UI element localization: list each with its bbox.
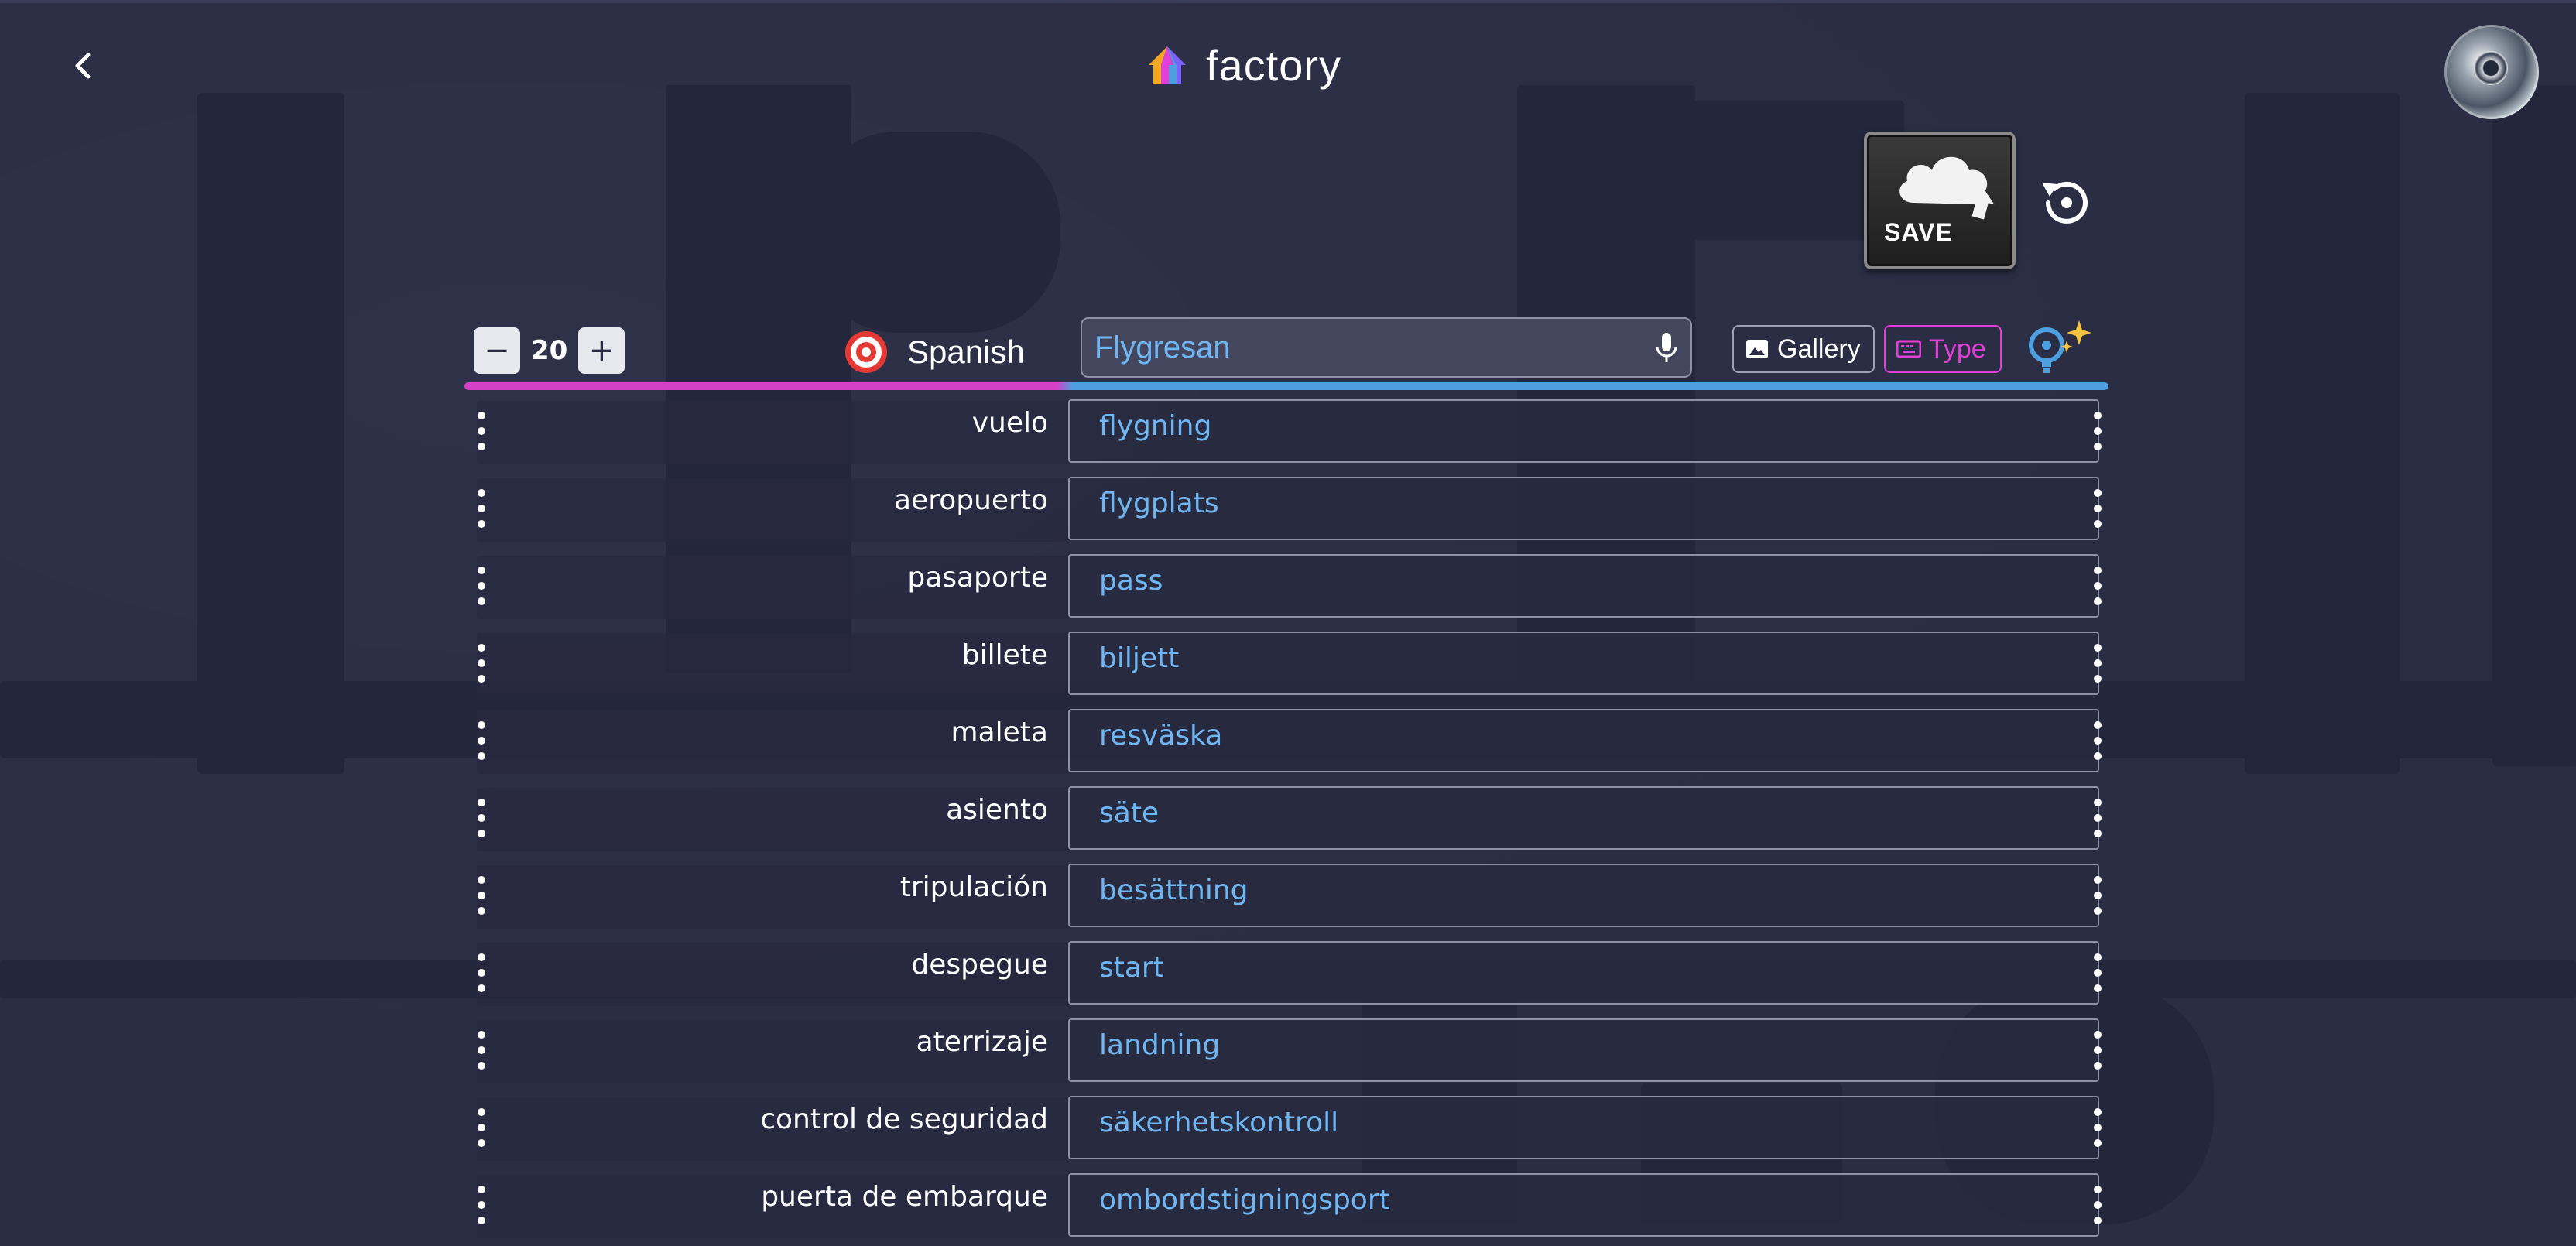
source-word: maleta — [951, 717, 1048, 748]
language-selector[interactable]: Spanish — [844, 325, 1025, 379]
source-word: puerta de embarque — [761, 1181, 1048, 1213]
word-row: pasaporte pass — [464, 549, 2108, 627]
page-title: factory — [1146, 34, 1341, 96]
target-word[interactable]: biljett — [1099, 642, 1179, 674]
drag-handle-left-icon[interactable] — [474, 644, 489, 683]
top-border — [0, 0, 2576, 3]
drag-handle-left-icon[interactable] — [474, 489, 489, 528]
rainbow-house-icon — [1149, 46, 1186, 84]
source-word: tripulación — [899, 871, 1048, 903]
row-menu-icon[interactable] — [2090, 721, 2105, 760]
source-word: billete — [961, 639, 1048, 671]
drag-handle-left-icon[interactable] — [474, 721, 489, 760]
source-word: aterrizaje — [916, 1026, 1048, 1058]
row-menu-icon[interactable] — [2090, 1108, 2105, 1147]
gallery-label: Gallery — [1777, 334, 1861, 364]
microphone-icon[interactable] — [1655, 331, 1678, 364]
drag-handle-left-icon[interactable] — [474, 1186, 489, 1224]
source-word: pasaporte — [907, 562, 1048, 594]
lightbulb-sparkle-icon — [2029, 320, 2091, 373]
word-row: aeropuerto flygplats — [464, 472, 2108, 549]
source-word: control de seguridad — [760, 1104, 1048, 1135]
target-field[interactable] — [1068, 941, 2099, 1005]
row-menu-icon[interactable] — [2090, 644, 2105, 683]
target-field[interactable] — [1068, 709, 2099, 772]
drag-handle-left-icon[interactable] — [474, 799, 489, 837]
cloud-upload-icon — [1899, 156, 1995, 220]
row-menu-icon[interactable] — [2090, 953, 2105, 992]
row-menu-icon[interactable] — [2090, 876, 2105, 915]
target-field[interactable] — [1068, 477, 2099, 540]
target-word[interactable]: besättning — [1099, 875, 1249, 906]
search-input[interactable]: Flygresan — [1081, 317, 1692, 378]
target-field[interactable] — [1068, 554, 2099, 618]
app-title: factory — [1206, 40, 1342, 90]
image-icon — [1746, 340, 1768, 358]
type-button[interactable]: Type — [1884, 325, 2002, 373]
back-button[interactable] — [63, 46, 102, 85]
chevron-left-icon — [75, 53, 91, 79]
history-reset-icon — [2042, 181, 2088, 224]
word-row: tripulación besättning — [464, 859, 2108, 936]
word-row: despegue start — [464, 936, 2108, 1014]
row-menu-icon[interactable] — [2090, 489, 2105, 528]
save-button[interactable]: SAVE — [1864, 132, 2016, 269]
drag-handle-left-icon[interactable] — [474, 1031, 489, 1070]
drag-handle-left-icon[interactable] — [474, 412, 489, 450]
type-label: Type — [1929, 334, 1986, 364]
toolbar: − 20 + Spanish Flygresan Gallery Type — [464, 317, 2108, 387]
increment-button[interactable]: + — [578, 327, 625, 374]
word-row: aterrizaje landning — [464, 1014, 2108, 1091]
search-value: Flygresan — [1094, 330, 1231, 365]
target-word[interactable]: säte — [1099, 797, 1159, 829]
row-menu-icon[interactable] — [2090, 412, 2105, 450]
target-icon — [845, 331, 887, 373]
row-menu-icon[interactable] — [2090, 1186, 2105, 1224]
drag-handle-left-icon[interactable] — [474, 953, 489, 992]
row-menu-icon[interactable] — [2090, 1031, 2105, 1070]
target-word[interactable]: säkerhetskontroll — [1099, 1107, 1338, 1138]
target-field[interactable] — [1068, 786, 2099, 850]
target-word[interactable]: flygning — [1099, 410, 1211, 442]
target-word[interactable]: landning — [1099, 1029, 1220, 1061]
source-word: aeropuerto — [893, 484, 1048, 516]
target-field[interactable] — [1068, 632, 2099, 695]
target-word[interactable]: resväska — [1099, 720, 1222, 751]
source-word: despegue — [911, 949, 1048, 981]
row-menu-icon[interactable] — [2090, 567, 2105, 605]
word-row: maleta resväska — [464, 704, 2108, 782]
drag-handle-left-icon[interactable] — [474, 1108, 489, 1147]
ai-suggest-button[interactable] — [2023, 317, 2101, 379]
keyboard-icon — [1896, 340, 1921, 358]
word-row: billete biljett — [464, 627, 2108, 704]
word-row: puerta de embarque ombordstigningsport — [464, 1169, 2108, 1246]
save-label: SAVE — [1884, 218, 1953, 246]
word-row: vuelo flygning — [464, 395, 2108, 472]
target-word[interactable]: ombordstigningsport — [1099, 1184, 1390, 1216]
word-row: control de seguridad säkerhetskontroll — [464, 1091, 2108, 1169]
target-word[interactable]: flygplats — [1099, 488, 1219, 519]
progress-bar — [464, 382, 2108, 390]
gallery-button[interactable]: Gallery — [1732, 325, 1875, 373]
reset-button[interactable] — [2034, 172, 2096, 234]
language-label: Spanish — [907, 334, 1025, 370]
drag-handle-left-icon[interactable] — [474, 567, 489, 605]
count-stepper: − 20 + — [474, 327, 625, 375]
avatar[interactable] — [2444, 25, 2539, 119]
source-word: asiento — [946, 794, 1048, 826]
word-row: asiento säte — [464, 782, 2108, 859]
row-menu-icon[interactable] — [2090, 799, 2105, 837]
word-list: vuelo flygning aeropuerto flygplats pasa… — [464, 395, 2108, 1246]
drag-handle-left-icon[interactable] — [474, 876, 489, 915]
target-word[interactable]: pass — [1099, 565, 1163, 597]
target-field[interactable] — [1068, 1018, 2099, 1082]
target-word[interactable]: start — [1099, 952, 1164, 984]
target-field[interactable] — [1068, 399, 2099, 463]
count-value: 20 — [531, 335, 568, 366]
decrement-button[interactable]: − — [474, 327, 520, 374]
source-word: vuelo — [971, 407, 1048, 439]
